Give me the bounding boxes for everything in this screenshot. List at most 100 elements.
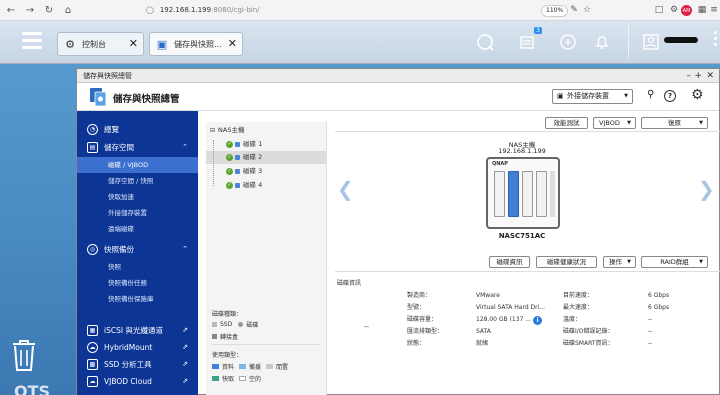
username-redacted	[664, 37, 698, 43]
info-circle-icon[interactable]: i	[533, 316, 542, 325]
disk-info-value: --	[648, 316, 653, 323]
sidebar-item-remote-disk[interactable]: 遠端磁碟	[108, 221, 198, 237]
diagnose-icon[interactable]: ⚲	[647, 89, 654, 100]
disk-info-key: 匯流排類型：	[407, 328, 444, 335]
previous-arrow-icon[interactable]: ❮	[337, 177, 354, 201]
gear-icon: ⚙	[65, 37, 75, 51]
performance-test-button[interactable]: 效能測試	[545, 117, 588, 129]
tree-disk-4[interactable]: ✓ 磁碟 4	[226, 179, 326, 192]
minimize-icon[interactable]: –	[687, 69, 692, 83]
reload-icon[interactable]: ↻	[41, 2, 57, 18]
chevron-down-icon: ▼	[699, 120, 703, 126]
disk-label: 磁碟 4	[243, 181, 263, 189]
more-options-icon[interactable]	[714, 31, 718, 51]
disk-info-button[interactable]: 磁碟資訊	[489, 256, 530, 268]
external-device-icon[interactable]	[555, 29, 581, 55]
restore-dropdown[interactable]: 復原 ▼	[641, 117, 708, 129]
bookmark-star-icon[interactable]: ☆	[580, 3, 594, 17]
legend-empty: 空的	[249, 376, 262, 383]
home-icon[interactable]: ⌂	[60, 2, 76, 18]
help-icon[interactable]: ?	[664, 90, 676, 102]
disk-slot-3[interactable]	[522, 171, 533, 217]
sidebar-item-snapshot-backup[interactable]: ◎ 快照備份 ⌃	[77, 241, 198, 257]
main-menu-icon[interactable]	[22, 31, 42, 49]
external-storage-dropdown[interactable]: ▣ 外接儲存裝置 ▼	[552, 89, 633, 104]
storage-icon: ▣	[156, 37, 168, 51]
trash-bin-icon[interactable]	[10, 338, 38, 372]
close-icon[interactable]: ✕	[706, 69, 714, 83]
disk-info-key: 目前速度：	[563, 292, 594, 299]
vjbod-dropdown[interactable]: VJBOD ▼	[593, 117, 636, 129]
maximize-icon[interactable]: +	[694, 69, 702, 83]
disk-info-key: 最大速度：	[563, 304, 594, 311]
sidebar-item-ssd-profiling[interactable]: ▩ SSD 分析工具 ⇗	[77, 356, 198, 372]
ssd-swatch	[212, 322, 217, 327]
sidebar-item-snapshot-backup-jobs[interactable]: 快照備份任務	[108, 275, 198, 291]
chevron-down-icon: ▼	[627, 120, 631, 126]
user-avatar-icon[interactable]	[638, 29, 664, 55]
sidebar-item-hybridmount[interactable]: ☁ HybridMount ⇗	[77, 339, 198, 355]
tab-control-panel[interactable]: ⚙ 控制台 ✕	[57, 32, 144, 56]
background-tasks-icon[interactable]: 3	[514, 27, 542, 55]
legend-hdd: 磁碟	[246, 322, 259, 329]
notification-bell-icon[interactable]	[589, 29, 615, 55]
account-icon[interactable]: AM	[681, 5, 692, 16]
zoom-level[interactable]: 110%	[541, 5, 569, 17]
external-link-icon: ⇗	[182, 360, 188, 368]
address-bar[interactable]: ◯ 192.168.1.199:8080/cgi-bin/	[146, 6, 260, 14]
sidebar-item-vjbod-cloud[interactable]: ☁ VJBOD Cloud ⇗	[77, 373, 198, 389]
url-rest: :8080/cgi-bin/	[211, 6, 260, 14]
sidebar-item-iscsi[interactable]: ▦ iSCSI 與光纖通道 ⇗	[77, 322, 198, 338]
tab-storage-snapshots[interactable]: ▣ 儲存與快照... ✕	[149, 32, 243, 56]
sidebar-item-snapshots[interactable]: 快照	[108, 259, 198, 275]
legend-usage-row2: 快取 空的	[212, 374, 261, 383]
close-icon[interactable]: ✕	[228, 37, 237, 50]
disk-icon	[235, 155, 240, 160]
data-swatch	[212, 364, 219, 369]
iscsi-icon: ▦	[87, 324, 98, 336]
tree-disk-1[interactable]: ✓ 磁碟 1	[226, 138, 326, 151]
sidebar: ◔ 總覽 ▤ 儲存空間 ⌃ 磁碟 / VJBOD 儲存空間 / 快照 快取加速 …	[77, 111, 198, 395]
disk-label: 磁碟 3	[243, 167, 263, 175]
app-title: 儲存與快照總管	[113, 94, 180, 105]
external-link-icon: ⇗	[182, 326, 188, 334]
translate-icon[interactable]: ✎	[567, 3, 581, 17]
settings-gear-icon[interactable]: ⚙	[691, 87, 704, 103]
disk-slot-4[interactable]	[536, 171, 547, 217]
tree-disk-3[interactable]: ✓ 磁碟 3	[226, 165, 326, 178]
raid-group-dropdown[interactable]: RAID群組 ▼	[641, 256, 708, 268]
collapse-icon[interactable]: ⊟	[210, 124, 215, 137]
disk-health-button[interactable]: 磁碟健康狀況	[536, 256, 597, 268]
back-icon[interactable]: ←	[3, 2, 19, 18]
sidebar-item-cache[interactable]: 快取加速	[108, 189, 198, 205]
shield-icon: ◯	[146, 6, 154, 14]
disk-slot-1[interactable]	[494, 171, 505, 217]
nas-model: NASC751AC	[498, 232, 546, 240]
sidebar-item-snapshot-vault[interactable]: 快照備份保險庫	[108, 291, 198, 307]
disk-info-value: 6 Gbps	[648, 292, 670, 299]
disk-info-value: --	[648, 340, 653, 347]
next-arrow-icon[interactable]: ❯	[698, 177, 715, 201]
pocket-icon[interactable]: □	[652, 3, 666, 17]
close-icon[interactable]: ✕	[129, 37, 138, 50]
legend-ssd: SSD	[220, 321, 233, 328]
legend-usage-row1: 資料 備援 閒置	[212, 362, 288, 371]
operate-dropdown[interactable]: 操作 ▼	[603, 256, 636, 268]
menu-icon[interactable]: ≡	[707, 3, 720, 17]
sidebar-item-disks-vjbod[interactable]: 磁碟 / VJBOD	[77, 157, 198, 173]
disk-icon	[235, 183, 240, 188]
sidebar-item-label: HybridMount	[104, 342, 153, 352]
sidebar-item-external-storage[interactable]: 外接儲存裝置	[108, 205, 198, 221]
tree-disk-2[interactable]: ✓ 磁碟 2	[206, 151, 326, 164]
extensions-icon[interactable]: ⚙	[667, 3, 681, 17]
disk-info-value: 就緒	[476, 340, 489, 347]
disk-slot-2[interactable]	[508, 171, 519, 217]
forward-icon[interactable]: →	[22, 2, 38, 18]
sidebar-item-overview[interactable]: ◔ 總覽	[77, 121, 198, 137]
disk-info-value: SATA	[476, 328, 491, 335]
sidebar-item-storage-snapshots[interactable]: 儲存空間 / 快照	[108, 173, 198, 189]
search-icon[interactable]	[472, 29, 498, 55]
nas-device-image: QNAP	[486, 157, 560, 229]
sidebar-item-storage[interactable]: ▤ 儲存空間 ⌃	[77, 139, 198, 155]
tree-root-nas[interactable]: ⊟ NAS主機	[210, 124, 244, 137]
